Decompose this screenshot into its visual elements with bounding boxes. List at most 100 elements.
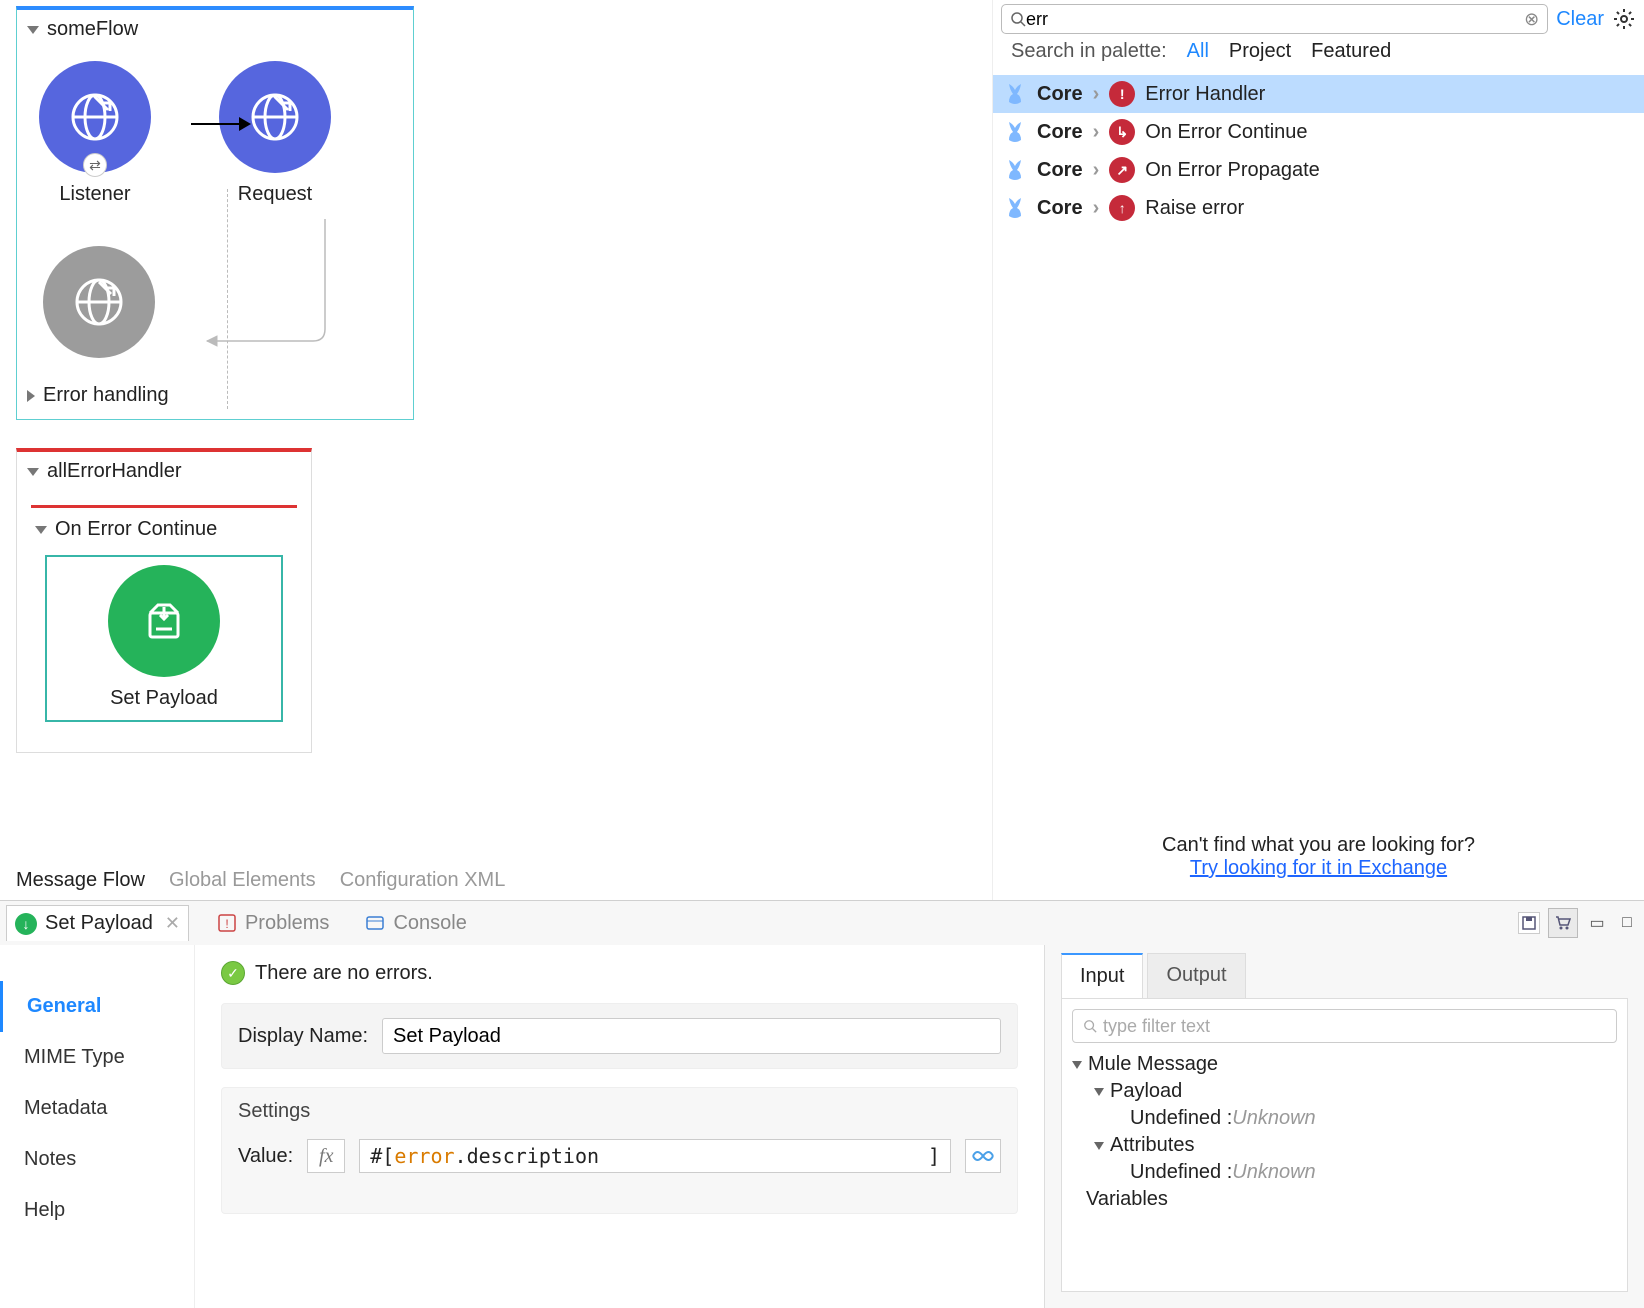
set-payload-label: Set Payload — [110, 687, 218, 710]
tab-set-payload[interactable]: ↓ Set Payload ✕ — [6, 905, 189, 941]
category-label: Core — [1037, 159, 1083, 182]
chevron-right-icon: › — [1093, 83, 1100, 106]
gear-icon[interactable] — [1612, 7, 1636, 31]
flow-title-2: allErrorHandler — [47, 460, 182, 483]
error-handling-label: Error handling — [43, 384, 169, 407]
item-label: Raise error — [1145, 197, 1244, 220]
tab-label: Console — [393, 912, 466, 935]
chevron-right-icon: › — [1093, 159, 1100, 182]
minimize-icon[interactable]: ▭ — [1586, 912, 1608, 934]
tab-problems[interactable]: ! Problems — [209, 906, 337, 941]
no-errors-text: There are no errors. — [255, 962, 433, 985]
exchange-link[interactable]: Try looking for it in Exchange — [1190, 857, 1447, 879]
tree-attributes-value: Undefined : Unknown — [1072, 1159, 1617, 1186]
value-label: Value: — [238, 1145, 293, 1168]
settings-label: Settings — [238, 1100, 1001, 1123]
category-icon — [1003, 158, 1027, 182]
category-icon — [1003, 82, 1027, 106]
side-tab-mime[interactable]: MIME Type — [0, 1032, 194, 1083]
set-payload-icon — [108, 565, 220, 677]
category-label: Core — [1037, 83, 1083, 106]
listener-node[interactable]: ⇄ Listener — [35, 61, 155, 206]
filter-project[interactable]: Project — [1229, 40, 1291, 63]
item-label: On Error Continue — [1145, 121, 1307, 144]
tab-message-flow[interactable]: Message Flow — [16, 869, 145, 892]
item-label: Error Handler — [1145, 83, 1265, 106]
console-icon — [365, 913, 385, 933]
flow-header[interactable]: someFlow — [17, 10, 413, 49]
response-node[interactable] — [39, 246, 159, 358]
propagate-icon: ↗ — [1109, 157, 1135, 183]
tab-global-elements[interactable]: Global Elements — [169, 869, 316, 892]
io-tab-output[interactable]: Output — [1147, 953, 1245, 998]
tree-payload[interactable]: Payload — [1072, 1078, 1617, 1105]
on-error-continue-label: On Error Continue — [55, 518, 217, 541]
dataweave-icon[interactable] — [965, 1139, 1001, 1173]
collapse-icon — [27, 468, 39, 476]
clear-search-icon[interactable]: ⊗ — [1524, 9, 1539, 30]
palette-item-raise-error[interactable]: Core › ↑ Raise error — [993, 189, 1644, 227]
listener-icon: ⇄ — [39, 61, 151, 173]
palette-search-input[interactable] — [1026, 9, 1524, 30]
fx-button[interactable]: fx — [307, 1139, 345, 1173]
error-handling-section[interactable]: Error handling — [17, 374, 413, 419]
side-tab-metadata[interactable]: Metadata — [0, 1083, 194, 1134]
tab-console[interactable]: Console — [357, 906, 474, 941]
filter-label: Search in palette: — [1011, 40, 1167, 63]
io-tab-input[interactable]: Input — [1061, 953, 1143, 998]
side-tab-notes[interactable]: Notes — [0, 1134, 194, 1185]
category-icon — [1003, 196, 1027, 220]
collapse-icon — [35, 526, 47, 534]
tree-payload-value: Undefined : Unknown — [1072, 1105, 1617, 1132]
value-expression[interactable]: #[ error.description ] — [359, 1139, 951, 1173]
listener-label: Listener — [59, 183, 130, 206]
continue-icon: ↳ — [1109, 119, 1135, 145]
set-payload-tab-icon: ↓ — [15, 913, 37, 935]
expand-icon — [27, 390, 35, 402]
palette-item-on-error-propagate[interactable]: Core › ↗ On Error Propagate — [993, 151, 1644, 189]
footer-text: Can't find what you are looking for? — [1001, 834, 1636, 857]
palette-item-error-handler[interactable]: Core › ! Error Handler — [993, 75, 1644, 113]
tab-label: Set Payload — [45, 912, 153, 935]
clear-button[interactable]: Clear — [1556, 8, 1604, 31]
save-icon[interactable] — [1518, 912, 1540, 934]
cart-icon[interactable] — [1548, 908, 1578, 938]
tree-attributes[interactable]: Attributes — [1072, 1132, 1617, 1159]
tree-variables[interactable]: Variables — [1072, 1186, 1617, 1213]
display-name-label: Display Name: — [238, 1025, 368, 1048]
tree-mule-message[interactable]: Mule Message — [1072, 1051, 1617, 1078]
collapse-icon — [27, 26, 39, 34]
flow-header-2[interactable]: allErrorHandler — [17, 452, 311, 491]
palette-item-on-error-continue[interactable]: Core › ↳ On Error Continue — [993, 113, 1644, 151]
problems-icon: ! — [217, 913, 237, 933]
side-tab-help[interactable]: Help — [0, 1185, 194, 1236]
flow-arrow — [191, 117, 251, 131]
close-tab-icon[interactable]: ✕ — [165, 913, 180, 934]
on-error-continue-block[interactable]: On Error Continue Set Payload — [31, 505, 297, 736]
palette-search[interactable]: ⊗ — [1001, 4, 1548, 34]
maximize-icon[interactable]: □ — [1616, 912, 1638, 934]
category-label: Core — [1037, 197, 1083, 220]
flow-someFlow[interactable]: someFlow ⇄ Listener Requ — [16, 6, 414, 420]
flow-allErrorHandler[interactable]: allErrorHandler On Error Continue Set Pa… — [16, 448, 312, 753]
filter-all[interactable]: All — [1187, 40, 1209, 63]
tab-configuration-xml[interactable]: Configuration XML — [340, 869, 506, 892]
error-handler-icon: ! — [1109, 81, 1135, 107]
exchange-badge-icon: ⇄ — [83, 153, 107, 177]
side-tab-general[interactable]: General — [0, 981, 194, 1032]
ok-icon: ✓ — [221, 961, 245, 985]
raise-icon: ↑ — [1109, 195, 1135, 221]
set-payload-node[interactable]: Set Payload — [45, 555, 283, 722]
filter-featured[interactable]: Featured — [1311, 40, 1391, 63]
svg-text:!: ! — [225, 917, 228, 931]
io-filter-input[interactable]: type filter text — [1072, 1009, 1617, 1043]
item-label: On Error Propagate — [1145, 159, 1320, 182]
search-icon — [1083, 1019, 1097, 1033]
tab-label: Problems — [245, 912, 329, 935]
category-label: Core — [1037, 121, 1083, 144]
response-icon — [43, 246, 155, 358]
search-icon — [1010, 11, 1026, 27]
flow-title: someFlow — [47, 18, 138, 41]
chevron-right-icon: › — [1093, 121, 1100, 144]
display-name-input[interactable] — [382, 1018, 1001, 1054]
